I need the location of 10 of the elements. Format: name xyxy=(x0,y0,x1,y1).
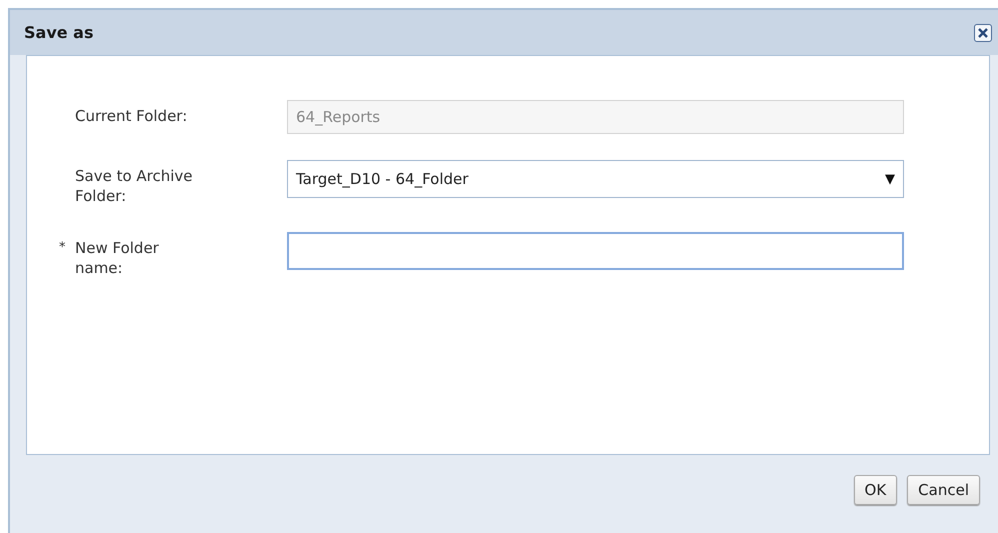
field-label: Current Folder: xyxy=(75,106,188,126)
required-mark: * xyxy=(59,239,66,257)
field-label: Save to Archive Folder: xyxy=(75,166,194,206)
close-icon[interactable] xyxy=(974,24,992,42)
dialog-button[interactable]: Cancel xyxy=(907,475,980,505)
dialog-button[interactable]: OK xyxy=(854,475,898,505)
archive-folder-dropdown[interactable]: Target_D10 - 64_Folder ▼ xyxy=(287,160,904,198)
dialog-title: Save as xyxy=(24,23,94,42)
field-label: New Folder name: xyxy=(75,238,160,278)
folder-name-input[interactable] xyxy=(287,232,904,270)
